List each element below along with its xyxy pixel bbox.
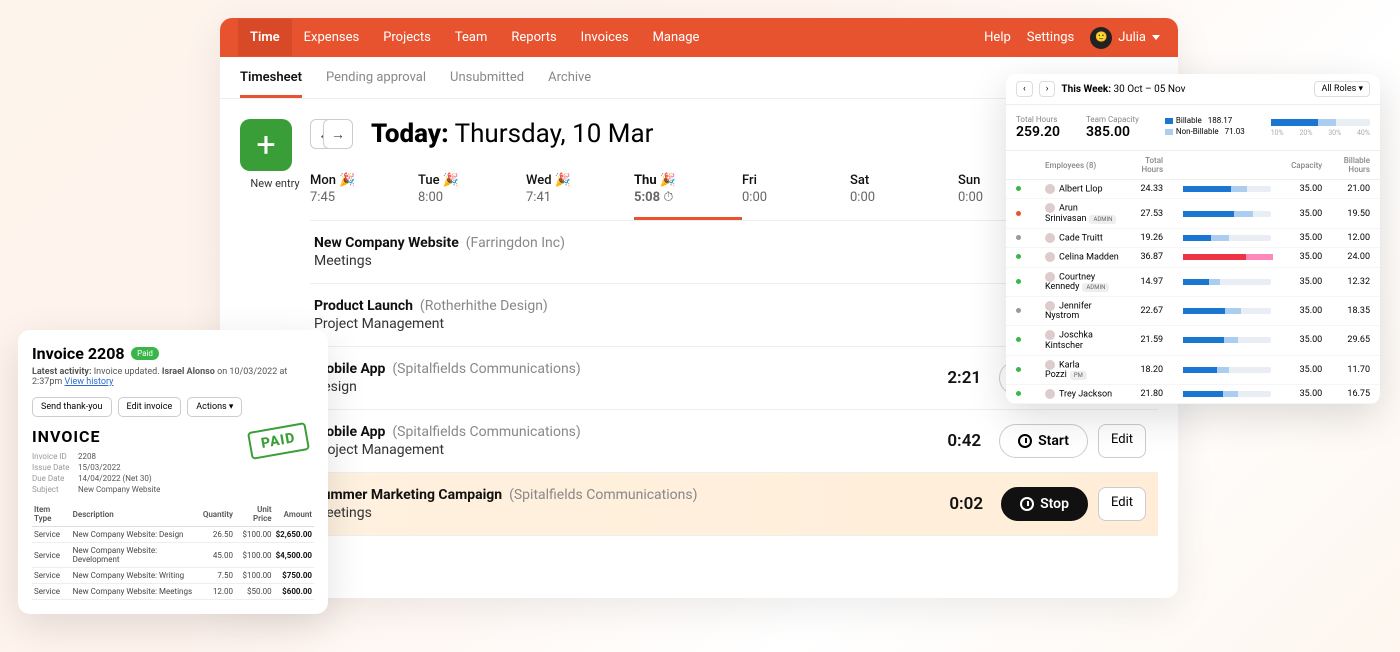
weekday-tue[interactable]: Tue 🎉8:00 [418, 167, 526, 220]
actions-menu[interactable]: Actions ▾ [187, 397, 242, 417]
duration: 0:02 [923, 494, 983, 514]
edit-button[interactable]: Edit [1098, 487, 1146, 521]
prev-week-button[interactable]: ‹ [1016, 81, 1033, 97]
invoice-line: ServiceNew Company Website: Development4… [32, 543, 314, 568]
nav-tab-invoices[interactable]: Invoices [569, 19, 641, 56]
edit-invoice-button[interactable]: Edit invoice [118, 397, 182, 417]
activity-line: Latest activity: Invoice updated. Israel… [32, 367, 314, 387]
team-capacity-panel: ‹ › This Week: 30 Oct – 05 Nov All Roles… [1006, 74, 1380, 404]
weekday-mon[interactable]: Mon 🎉7:45 [310, 167, 418, 220]
invoice-line: ServiceNew Company Website: Design26.50$… [32, 527, 314, 543]
capacity-row[interactable]: Celina Madden36.8735.0024.00 [1006, 248, 1380, 267]
weekday-wed[interactable]: Wed 🎉7:41 [526, 167, 634, 220]
user-name: Julia [1118, 30, 1146, 45]
capacity-row[interactable]: Arun SrinivasanADMIN27.5335.0019.50 [1006, 199, 1380, 228]
roles-filter[interactable]: All Roles ▾ [1314, 81, 1370, 97]
capacity-row[interactable]: Jennifer Nystrom22.6735.0018.35 [1006, 296, 1380, 325]
invoice-title: Invoice 2208 [32, 344, 125, 363]
nav-tab-reports[interactable]: Reports [499, 19, 568, 56]
edit-button[interactable]: Edit [1098, 424, 1146, 458]
duration: 0:42 [921, 431, 981, 451]
subnav-unsubmitted[interactable]: Unsubmitted [450, 57, 524, 98]
nav-tab-time[interactable]: Time [238, 19, 292, 56]
subnav-archive[interactable]: Archive [548, 57, 591, 98]
capacity-row[interactable]: Courtney KennedyADMIN14.9735.0012.32 [1006, 267, 1380, 296]
start-button[interactable]: Start [999, 424, 1088, 458]
settings-link[interactable]: Settings [1027, 30, 1074, 45]
plus-icon: + [256, 128, 275, 162]
invoice-line: ServiceNew Company Website: Meetings12.0… [32, 584, 314, 600]
week-label: This Week: 30 Oct – 05 Nov [1061, 84, 1185, 95]
page-title: Today: Thursday, 10 Mar [371, 119, 653, 149]
invoice-panel: Invoice 2208 Paid Latest activity: Invoi… [18, 330, 328, 614]
weekday-sat[interactable]: Sat 0:00 [850, 167, 958, 220]
stop-button[interactable]: Stop [1001, 487, 1088, 521]
user-menu[interactable]: 🙂 Julia [1090, 27, 1160, 49]
nav-tab-projects[interactable]: Projects [371, 19, 443, 56]
clock-icon [1020, 497, 1034, 511]
next-day-button[interactable]: → [323, 119, 353, 149]
capacity-row[interactable]: Albert Llop24.3335.0021.00 [1006, 180, 1380, 199]
send-thankyou-button[interactable]: Send thank-you [32, 397, 112, 417]
legend: Billable 188.17 Non-Billable 71.03 [1165, 115, 1245, 137]
capacity-table: Employees (8)Total HoursCapacityBillable… [1006, 151, 1380, 404]
status-badge: Paid [131, 347, 159, 360]
invoice-lines: Item TypeDescriptionQuantityUnit PriceAm… [32, 502, 314, 600]
capacity-row[interactable]: Karla PozziPM18.2035.0011.70 [1006, 355, 1380, 384]
clock-icon [1018, 434, 1032, 448]
nav-tab-expenses[interactable]: Expenses [292, 19, 372, 56]
duration: 2:21 [921, 368, 981, 388]
weekday-thu[interactable]: Thu 🎉5:08 ⏱ [634, 167, 742, 220]
nav-tab-manage[interactable]: Manage [641, 19, 712, 56]
new-entry-label: New entry [240, 177, 310, 190]
subnav-pending-approval[interactable]: Pending approval [326, 57, 426, 98]
new-entry-button[interactable]: + [240, 119, 292, 171]
time-entry: Mobile App (Spitalfields Communications)… [310, 410, 1158, 473]
chevron-down-icon [1152, 35, 1160, 40]
summary-bar: 10%20%30%40% [1271, 115, 1370, 137]
weekday-fri[interactable]: Fri 0:00 [742, 167, 850, 220]
help-link[interactable]: Help [984, 30, 1011, 45]
avatar: 🙂 [1090, 27, 1112, 49]
view-history-link[interactable]: View history [65, 377, 114, 387]
time-entry: Summer Marketing Campaign (Spitalfields … [310, 473, 1158, 536]
nav-tab-team[interactable]: Team [443, 19, 500, 56]
next-week-button[interactable]: › [1039, 81, 1056, 97]
invoice-line: ServiceNew Company Website: Writing7.50$… [32, 568, 314, 584]
capacity-row[interactable]: Cade Truitt19.2635.0012.00 [1006, 228, 1380, 247]
capacity-row[interactable]: Trey Jackson21.8035.0016.75 [1006, 385, 1380, 404]
capacity-row[interactable]: Joschka Kintscher21.5935.0029.65 [1006, 326, 1380, 355]
subnav-timesheet[interactable]: Timesheet [240, 57, 302, 98]
top-nav: TimeExpensesProjectsTeamReportsInvoicesM… [220, 18, 1178, 57]
